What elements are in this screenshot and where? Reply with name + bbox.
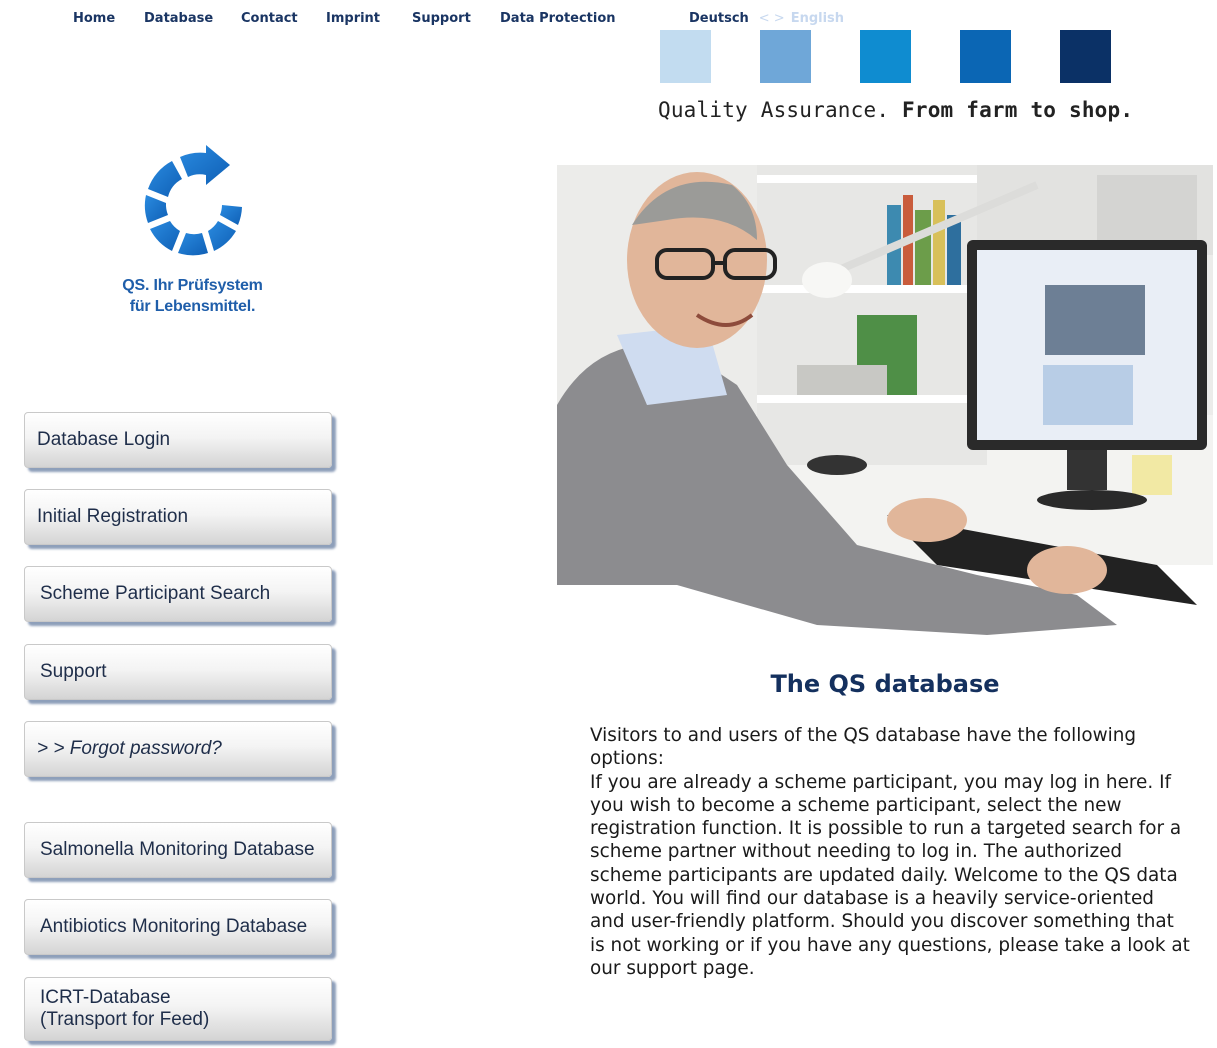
logo-line-2: für Lebensmittel. xyxy=(129,298,256,315)
tagline: Quality Assurance. From farm to shop. xyxy=(658,98,1133,122)
icrt-database-label-1: ICRT-Database xyxy=(40,987,171,1008)
brand-square-4 xyxy=(960,30,1011,83)
language-english-link[interactable]: English xyxy=(791,11,844,26)
forgot-password-button[interactable]: > > Forgot password? xyxy=(24,721,332,777)
hero-photo-man-at-computer xyxy=(557,165,1213,640)
tagline-bold: From farm to shop. xyxy=(902,98,1134,122)
icrt-database-label-2: (Transport for Feed) xyxy=(40,1009,210,1030)
icrt-database-button[interactable]: ICRT-Database (Transport for Feed) xyxy=(24,977,332,1041)
salmonella-monitoring-label: Salmonella Monitoring Database xyxy=(40,839,315,860)
qs-logo-icon[interactable] xyxy=(134,145,254,265)
antibiotics-monitoring-label: Antibiotics Monitoring Database xyxy=(40,916,308,937)
page-title: The QS database xyxy=(770,670,1000,698)
scheme-participant-search-label: Scheme Participant Search xyxy=(40,583,271,604)
database-login-label: Database Login xyxy=(37,429,171,450)
brand-square-3 xyxy=(860,30,911,83)
language-separator: < > xyxy=(758,11,785,26)
salmonella-monitoring-database-button[interactable]: Salmonella Monitoring Database xyxy=(24,822,332,878)
nav-data-protection-link[interactable]: Data Protection xyxy=(500,11,616,26)
body-text: If you are already a scheme participant,… xyxy=(590,771,1190,979)
nav-imprint-link[interactable]: Imprint xyxy=(326,11,380,26)
nav-contact-link[interactable]: Contact xyxy=(241,11,298,26)
support-label: Support xyxy=(40,661,107,682)
support-button[interactable]: Support xyxy=(24,644,332,700)
nav-home-link[interactable]: Home xyxy=(73,11,115,26)
initial-registration-label: Initial Registration xyxy=(37,506,189,527)
main-description: Visitors to and users of the QS database… xyxy=(590,724,1190,980)
scheme-participant-search-button[interactable]: Scheme Participant Search xyxy=(24,566,332,622)
language-switcher: Deutsch < > English xyxy=(689,11,844,26)
database-login-button[interactable]: Database Login xyxy=(24,412,332,468)
logo-wordmark: QS. Ihr Prüfsystem für Lebensmittel. xyxy=(80,275,305,317)
tagline-light: Quality Assurance. xyxy=(658,98,890,122)
nav-support-link[interactable]: Support xyxy=(412,11,471,26)
nav-database-link[interactable]: Database xyxy=(144,11,213,26)
initial-registration-button[interactable]: Initial Registration xyxy=(24,489,332,545)
intro-text: Visitors to and users of the QS database… xyxy=(590,725,1137,770)
brand-square-1 xyxy=(660,30,711,83)
brand-square-5 xyxy=(1060,30,1111,83)
antibiotics-monitoring-database-button[interactable]: Antibiotics Monitoring Database xyxy=(24,899,332,955)
brand-square-2 xyxy=(760,30,811,83)
language-german-link[interactable]: Deutsch xyxy=(689,11,749,26)
forgot-password-label: > > Forgot password? xyxy=(37,738,222,759)
logo-line-1: QS. Ihr Prüfsystem xyxy=(122,277,263,294)
